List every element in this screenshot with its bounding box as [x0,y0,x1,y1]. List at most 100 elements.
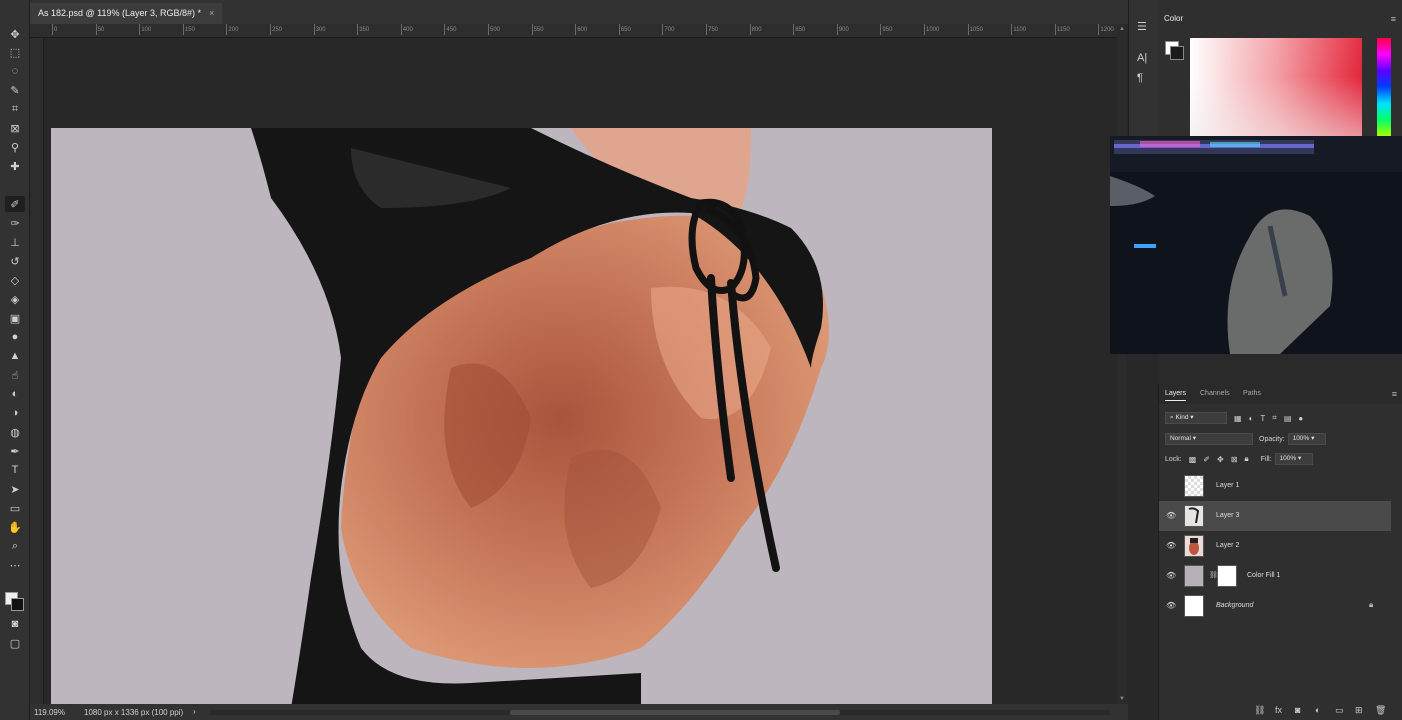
layer-mask-thumbnail[interactable] [1217,565,1237,587]
layers-panel-menu-icon[interactable]: ≡ [1392,389,1397,399]
layer-row-layer-2[interactable]: 👁︎ Layer 2 [1159,531,1391,561]
filter-shape-icon[interactable]: ⌗ [1272,413,1277,423]
ruler-tick-label: 1150 [1054,24,1070,35]
visibility-eye-icon[interactable]: 👁︎ [1166,511,1176,520]
layer-row-background[interactable]: 👁︎ Background 🔒︎ [1159,591,1391,621]
paint-bucket-icon[interactable]: ◈ [5,291,25,307]
tab-paths[interactable]: Paths [1243,390,1261,397]
new-layer-icon[interactable]: ⊞ [1355,705,1363,716]
color-background-swatch[interactable] [1170,46,1184,60]
canvas-area[interactable] [44,38,1120,704]
marquee-icon[interactable]: ⬚ [5,44,25,60]
filter-smart-object-icon[interactable]: ▤ [1284,414,1292,423]
move-icon[interactable]: ✥ [5,26,25,42]
layer-row-layer-3[interactable]: 👁︎ Layer 3 [1159,501,1391,531]
color-picker-field[interactable] [1190,38,1362,136]
layer-filter-row: ⌕ Kind ▾ ▦ ◐ T ⌗ ▤ ● [1165,412,1303,424]
smudge-icon[interactable]: ☝ [5,367,25,383]
mixer-brush-icon[interactable]: ✑ [5,215,25,231]
lock-pixels-icon[interactable]: ✐ [1203,455,1210,464]
layer-name[interactable]: Layer 1 [1216,482,1239,489]
adjustment-layer-icon[interactable]: ◐ [1315,705,1320,715]
crop-icon[interactable]: ⌗ [5,101,25,117]
quick-mask-icon[interactable]: ◙ [5,616,25,632]
filter-adjustment-icon[interactable]: ◐ [1249,414,1254,423]
fill-field[interactable]: 100% ▾ [1274,453,1313,465]
layer-style-icon[interactable]: fx [1275,705,1282,715]
zoom-level[interactable]: 119.09% [34,708,65,717]
rectangle-icon[interactable]: ▭ [5,500,25,516]
history-brush-icon[interactable]: ↺ [5,253,25,269]
filter-type-icon[interactable]: T [1260,414,1265,423]
layer-thumbnail [1184,475,1204,497]
toggle-panels-icon[interactable]: ☰ [1137,20,1147,33]
filter-pixel-icon[interactable]: ▦ [1234,414,1242,423]
hue-slider[interactable] [1377,38,1391,136]
filter-toggle-icon[interactable]: ● [1298,414,1303,423]
lock-position-icon[interactable]: ✥ [1217,455,1224,464]
tab-channels[interactable]: Channels [1200,390,1230,397]
lock-artboard-icon[interactable]: ⊠ [1231,455,1238,464]
ruler-tick-label: 200 [226,24,239,35]
dodge-icon[interactable]: ◐ [5,386,25,402]
scroll-up-icon[interactable]: ▲ [1119,26,1125,32]
blur-icon[interactable]: ● [5,329,25,345]
frame-icon[interactable]: ⊠ [5,120,25,136]
paragraph-icon[interactable]: ¶ [1137,72,1143,84]
lock-all-icon[interactable]: 🔒︎ [1244,454,1248,464]
visibility-eye-icon[interactable]: 👁︎ [1166,571,1176,580]
healing-icon[interactable]: ✚ [5,158,25,174]
layer-row-layer-1[interactable]: ● Layer 1 [1159,471,1391,501]
type-icon[interactable]: T [5,462,25,478]
layer-name[interactable]: Color Fill 1 [1247,572,1280,579]
layer-name[interactable]: Background [1216,602,1253,609]
link-layers-icon[interactable]: ⛓︎ [1254,705,1265,716]
document-tab[interactable]: As 182.psd @ 119% (Layer 3, RGB/8#) * × [30,3,223,24]
opacity-field[interactable]: 100% ▾ [1287,433,1326,445]
horizontal-scroll-thumb[interactable] [510,710,840,715]
more-tools-icon[interactable]: ⋯ [5,557,25,573]
background-color-swatch[interactable] [11,598,24,611]
ruler-tick-label: 700 [662,24,675,35]
path-select-icon[interactable]: ➤ [5,481,25,497]
scroll-down-icon[interactable]: ▼ [1119,696,1125,702]
new-group-icon[interactable]: ▭ [1335,705,1344,716]
color-panel-menu-icon[interactable]: ≡ [1391,14,1396,24]
layer-name[interactable]: Layer 3 [1216,512,1239,519]
screen-mode-icon[interactable]: ▢ [5,635,25,651]
sharpen-icon[interactable]: ▲ [5,348,25,364]
eraser-icon[interactable]: ◇ [5,272,25,288]
delete-layer-icon[interactable]: 🗑︎ [1375,705,1386,716]
close-tab-icon[interactable]: × [209,3,214,24]
sponge-icon[interactable]: ◍ [5,424,25,440]
status-menu-icon[interactable]: › [193,707,196,716]
horizontal-ruler[interactable]: 0 50 100 150 200 250 300 350 400 450 500 550 600 650 7… [30,24,1120,38]
quick-select-icon[interactable]: ✎ [5,82,25,98]
zoom-icon[interactable]: ⌕ [5,538,25,554]
blend-mode-select[interactable]: Normal ▾ [1165,433,1253,445]
gradient-icon[interactable]: ▣ [5,310,25,326]
visibility-eye-icon[interactable]: 👁︎ [1166,541,1176,550]
filter-kind-select[interactable]: ⌕ Kind ▾ [1165,412,1227,424]
layer-thumbnail [1184,595,1204,617]
lock-transparent-icon[interactable]: ▩ [1189,455,1197,464]
clone-stamp-icon[interactable]: ⊥ [5,234,25,250]
vertical-scrollbar[interactable]: ▲ ▼ [1117,24,1127,704]
add-mask-icon[interactable]: ◙ [1295,705,1300,715]
burn-icon[interactable]: ◑ [5,405,25,421]
layer-name[interactable]: Layer 2 [1216,542,1239,549]
lasso-icon[interactable]: ◌ [5,63,25,79]
tab-layers[interactable]: Layers [1165,390,1187,401]
vertical-ruler[interactable] [30,38,44,704]
artboard[interactable] [51,128,992,704]
character-icon[interactable]: A| [1137,52,1147,64]
visibility-eye-icon[interactable]: ● [1166,481,1171,490]
layer-row-color-fill-1[interactable]: 👁︎ ⛓︎ Color Fill 1 [1159,561,1391,591]
eyedropper-icon[interactable]: ⚲ [5,139,25,155]
hand-icon[interactable]: ✋ [5,519,25,535]
pen-icon[interactable]: ✒ [5,443,25,459]
brush-icon[interactable]: ✐ [5,196,25,212]
horizontal-scrollbar[interactable] [210,710,1110,715]
visibility-eye-icon[interactable]: 👁︎ [1166,601,1176,610]
ruler-tick-label: 800 [749,24,762,35]
